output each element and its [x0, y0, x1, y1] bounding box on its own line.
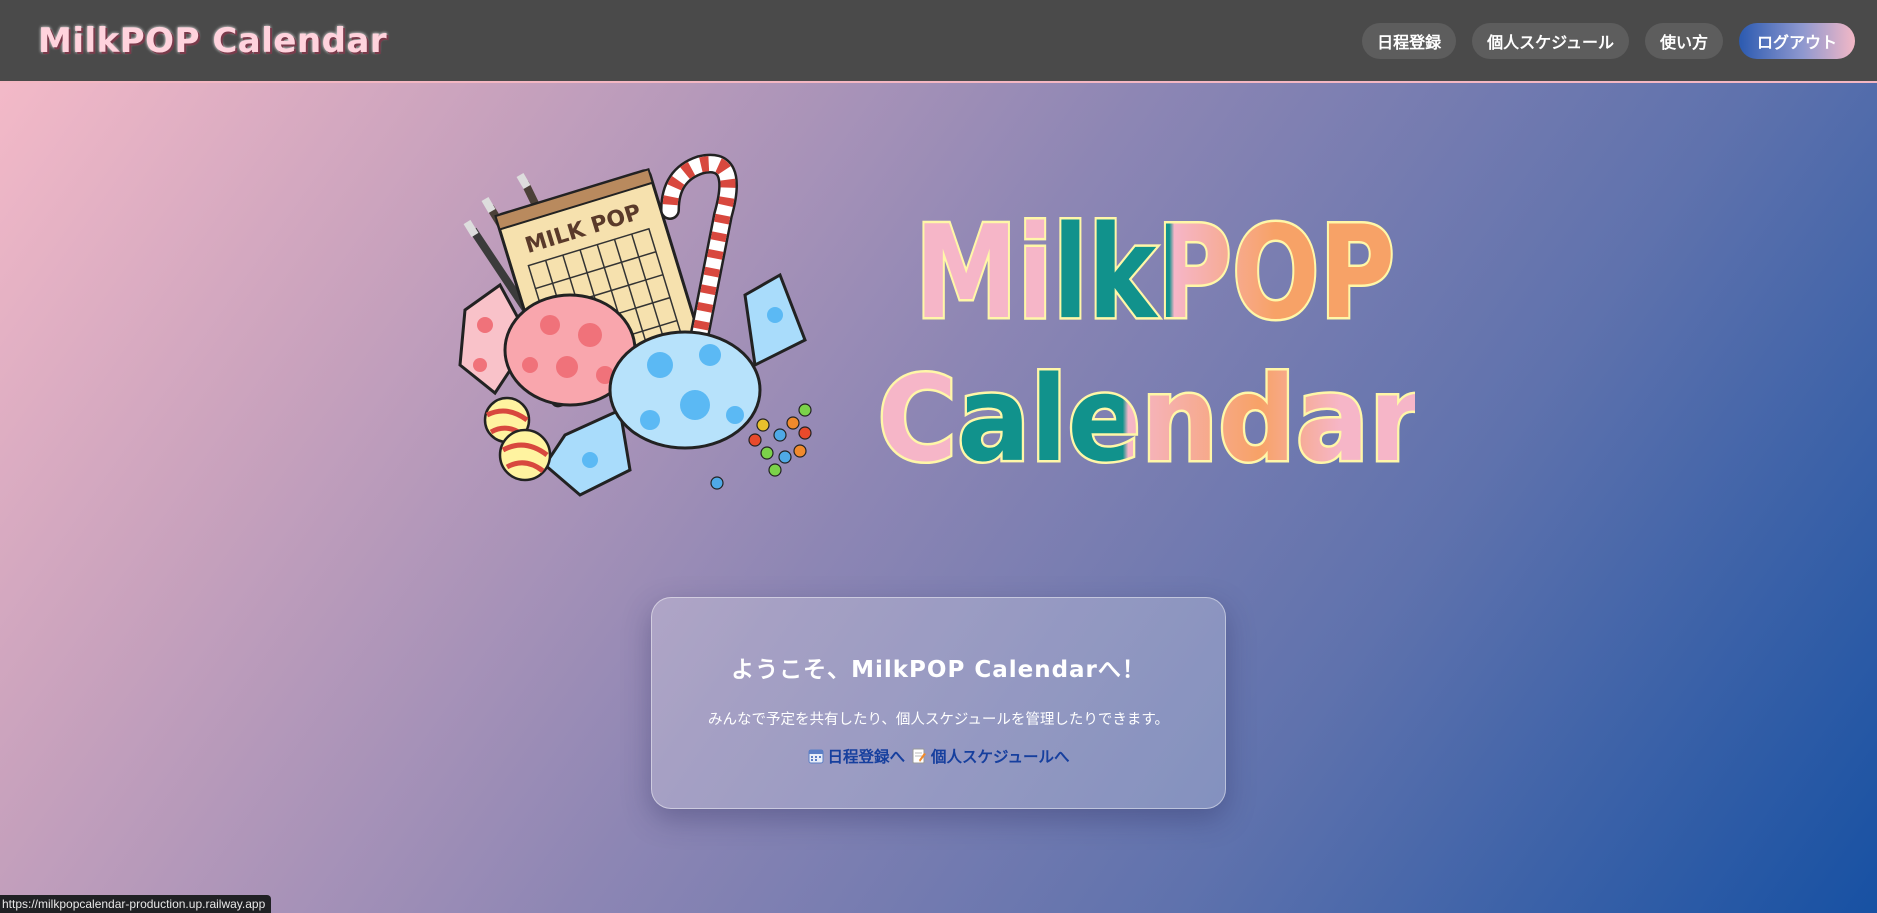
- welcome-card: ようこそ、MilkPOP Calendarへ！ みんなで予定を共有したり、個人ス…: [651, 597, 1226, 809]
- nav-schedule-register-button[interactable]: 日程登録: [1362, 22, 1457, 59]
- swirl-candies: [483, 396, 552, 482]
- link-personal-schedule[interactable]: 個人スケジュールへ: [911, 745, 1069, 767]
- logo-line-milkpop: MilkPOP: [915, 205, 1395, 348]
- logout-button[interactable]: ログアウト: [1738, 22, 1855, 59]
- nav-menu: 日程登録 個人スケジュール 使い方 ログアウト: [1362, 22, 1855, 59]
- calendar-icon: [808, 749, 824, 764]
- milkpop-calendar-logo: MilkPOP Calendar: [875, 205, 1416, 475]
- welcome-description: みんなで予定を共有したり、個人スケジュールを管理したりできます。: [708, 712, 1169, 728]
- link-schedule-register[interactable]: 日程登録へ: [808, 745, 906, 767]
- status-url-tooltip: https://milkpopcalendar-production.up.ra…: [0, 895, 272, 913]
- nav-personal-schedule-button[interactable]: 個人スケジュール: [1472, 22, 1629, 59]
- welcome-links: 日程登録へ 個人スケジュールへ: [652, 745, 1225, 767]
- top-navbar: MilkPOP Calendar 日程登録 個人スケジュール 使い方 ログアウト: [0, 0, 1877, 83]
- nav-usage-button[interactable]: 使い方: [1644, 22, 1723, 59]
- welcome-title: ようこそ、MilkPOP Calendarへ！: [731, 657, 1146, 683]
- link-personal-schedule-label: 個人スケジュールへ: [931, 748, 1070, 766]
- logo-line-calendar: Calendar: [878, 350, 1416, 475]
- memo-icon: [912, 748, 927, 764]
- link-schedule-register-label: 日程登録へ: [827, 748, 906, 766]
- candy-calendar-illustration: MILK POP: [458, 153, 812, 497]
- brand-logo-text[interactable]: MilkPOP Calendar: [38, 21, 387, 61]
